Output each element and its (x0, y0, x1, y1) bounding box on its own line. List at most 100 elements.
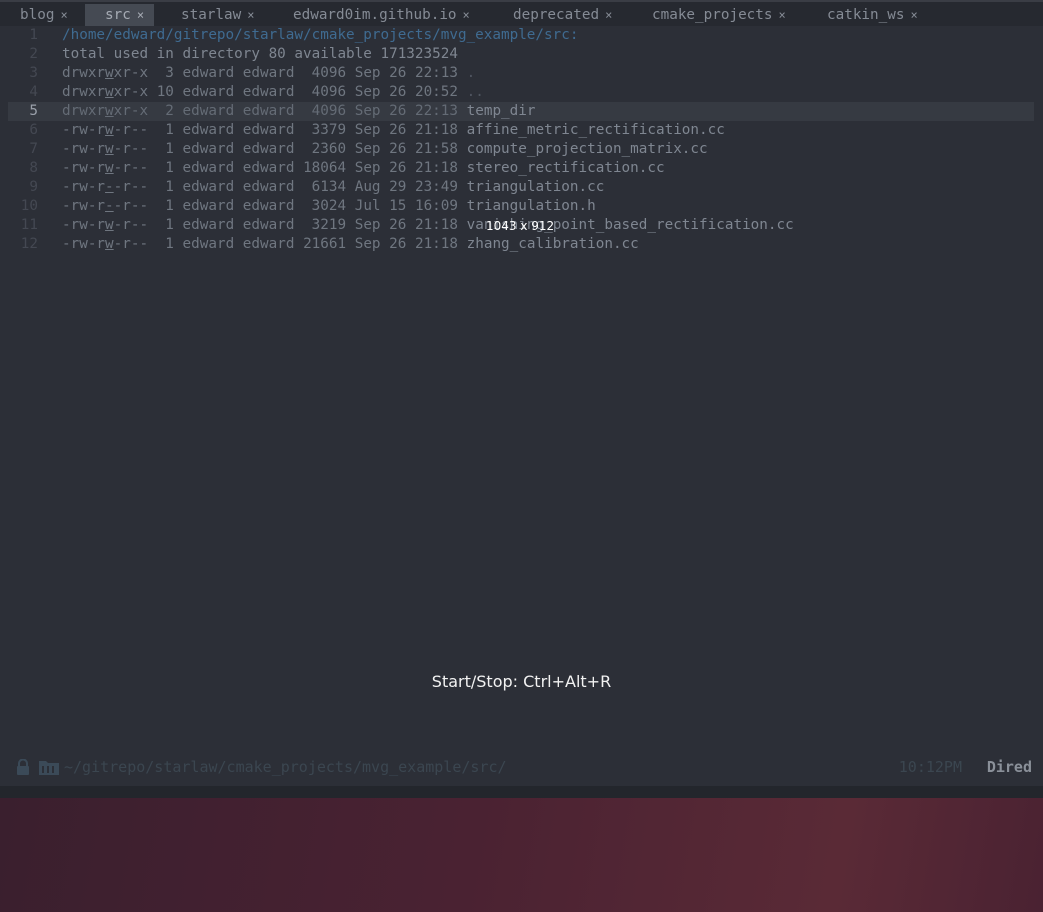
echo-area[interactable] (0, 786, 1043, 798)
tab-catkin-ws[interactable]: catkin_ws × (827, 4, 918, 26)
dired-line[interactable]: 1/home/edward/gitrepo/starlaw/cmake_proj… (8, 26, 1034, 45)
close-icon[interactable]: × (247, 8, 254, 22)
permissions-end: -r-- (113, 122, 149, 138)
permissions-start: drwxr (62, 65, 106, 81)
dired-line[interactable]: 5 drwxrwxr-x 2 edward edward 4096 Sep 26 … (8, 102, 1034, 121)
line-number: 11 (20, 217, 38, 233)
folder-icon (39, 761, 59, 775)
dired-line[interactable]: 10 -rw-r--r-- 1 edward edward 3024 Jul 15… (8, 197, 1034, 216)
file-owner: edward (182, 198, 235, 214)
file-date: Aug 29 23:49 (354, 179, 459, 195)
tab-blog[interactable]: blog × (20, 4, 68, 26)
tab-label: starlaw (181, 7, 242, 23)
file-name[interactable]: triangulation.h (467, 198, 596, 214)
file-name[interactable]: . (467, 65, 476, 81)
file-date: Sep 26 21:18 (354, 217, 459, 233)
permissions-start: -rw-r (62, 179, 106, 195)
tab-cmake-projects[interactable]: cmake_projects × (652, 4, 786, 26)
major-mode: Dired (986, 758, 1032, 776)
link-count: 1 (156, 141, 174, 157)
close-icon[interactable]: × (137, 8, 144, 22)
permissions-start: drwxr (62, 103, 106, 119)
line-text: drwxrwxr-x 10 edward edward 4096 Sep 26 … (62, 83, 484, 102)
file-name[interactable]: triangulation.cc (467, 179, 605, 195)
file-name[interactable]: affine_metric_rectification.cc (467, 122, 725, 138)
line-text: -rw-r--r-- 1 edward edward 3024 Jul 15 1… (62, 197, 596, 216)
line-text: -rw-rw-r-- 1 edward edward 3219 Sep 26 2… (62, 216, 794, 235)
link-count: 1 (156, 122, 174, 138)
line-number: 1 (29, 27, 38, 43)
file-group: edward (242, 103, 295, 119)
file-date: Sep 26 21:58 (354, 141, 459, 157)
permissions-end: -r-- (113, 198, 149, 214)
file-size: 21661 (303, 236, 347, 252)
file-size: 18064 (303, 160, 347, 176)
dired-line[interactable]: 8 -rw-rw-r-- 1 edward edward 18064 Sep 26… (8, 159, 1034, 178)
close-icon[interactable]: × (779, 8, 786, 22)
permissions-start: -rw-r (62, 236, 106, 252)
tab-label: catkin_ws (827, 7, 905, 23)
file-owner: edward (182, 103, 235, 119)
link-count: 1 (156, 217, 174, 233)
line-number: 2 (29, 46, 38, 62)
tab-edward0im-github-io[interactable]: edward0im.github.io × (293, 4, 470, 26)
permissions-start: -rw-r (62, 122, 106, 138)
dired-line[interactable]: 12 -rw-rw-r-- 1 edward edward 21661 Sep 2… (8, 235, 1034, 254)
file-group: edward (242, 141, 295, 157)
file-size: 4096 (303, 65, 347, 81)
file-group: edward (242, 198, 295, 214)
dired-line[interactable]: 3 drwxrwxr-x 3 edward edward 4096 Sep 26 … (8, 64, 1034, 83)
line-text: -rw-rw-r-- 1 edward edward 21661 Sep 26 … (62, 235, 639, 254)
close-icon[interactable]: × (605, 8, 612, 22)
file-date: Sep 26 22:13 (354, 65, 459, 81)
link-count: 2 (156, 103, 174, 119)
file-name[interactable]: zhang_calibration.cc (467, 236, 639, 252)
permissions-end: xr-x (113, 103, 149, 119)
line-number: 5 (29, 103, 38, 119)
tab-label: blog (20, 7, 55, 23)
permissions-start: drwxr (62, 84, 106, 100)
file-size: 4096 (303, 103, 347, 119)
file-owner: edward (182, 179, 235, 195)
close-icon[interactable]: × (60, 8, 67, 22)
tab-src[interactable]: src × (85, 4, 155, 26)
file-size: 2360 (303, 141, 347, 157)
file-name[interactable]: temp_dir (467, 103, 536, 119)
screen-size-label: 1043 x 912 (486, 219, 555, 233)
file-date: Sep 26 20:52 (354, 84, 459, 100)
permissions-write: w (105, 103, 114, 119)
permissions-end: -r-- (113, 179, 149, 195)
file-owner: edward (182, 65, 235, 81)
tab-deprecated[interactable]: deprecated × (513, 4, 612, 26)
file-date: Jul 15 16:09 (354, 198, 459, 214)
close-icon[interactable]: × (910, 8, 917, 22)
link-count: 10 (156, 84, 174, 100)
line-number: 12 (20, 236, 38, 252)
file-name[interactable]: compute_projection_matrix.cc (467, 141, 708, 157)
tab-starlaw[interactable]: starlaw × (181, 4, 255, 26)
file-group: edward (242, 160, 295, 176)
dired-line[interactable]: 6 -rw-rw-r-- 1 edward edward 3379 Sep 26 … (8, 121, 1034, 140)
dired-line[interactable]: 2 total used in directory 80 available 17… (8, 45, 1034, 64)
dired-line[interactable]: 7 -rw-rw-r-- 1 edward edward 2360 Sep 26 … (8, 140, 1034, 159)
dired-line[interactable]: 9 -rw-r--r-- 1 edward edward 6134 Aug 29 … (8, 178, 1034, 197)
line-text: -rw-r--r-- 1 edward edward 6134 Aug 29 2… (62, 178, 604, 197)
directory-header: /home/edward/gitrepo/starlaw/cmake_proje… (62, 27, 579, 43)
close-icon[interactable]: × (463, 8, 470, 22)
file-size: 3219 (303, 217, 347, 233)
file-name[interactable]: .. (467, 84, 484, 100)
dired-line[interactable]: 4 drwxrwxr-x 10 edward edward 4096 Sep 26… (8, 83, 1034, 102)
buffer-path: ~/gitrepo/starlaw/cmake_projects/mvg_exa… (64, 758, 507, 776)
tab-label: deprecated (513, 7, 600, 23)
file-size: 6134 (303, 179, 347, 195)
line-number: 9 (29, 179, 38, 195)
link-count: 1 (156, 179, 174, 195)
dired-buffer[interactable]: 1/home/edward/gitrepo/starlaw/cmake_proj… (0, 26, 1043, 750)
file-name[interactable]: stereo_rectification.cc (467, 160, 665, 176)
file-owner: edward (182, 217, 235, 233)
file-date: Sep 26 21:18 (354, 236, 459, 252)
file-group: edward (242, 84, 295, 100)
permissions-end: xr-x (113, 65, 149, 81)
clock: 10:12PM (898, 758, 962, 776)
permissions-end: xr-x (113, 84, 149, 100)
